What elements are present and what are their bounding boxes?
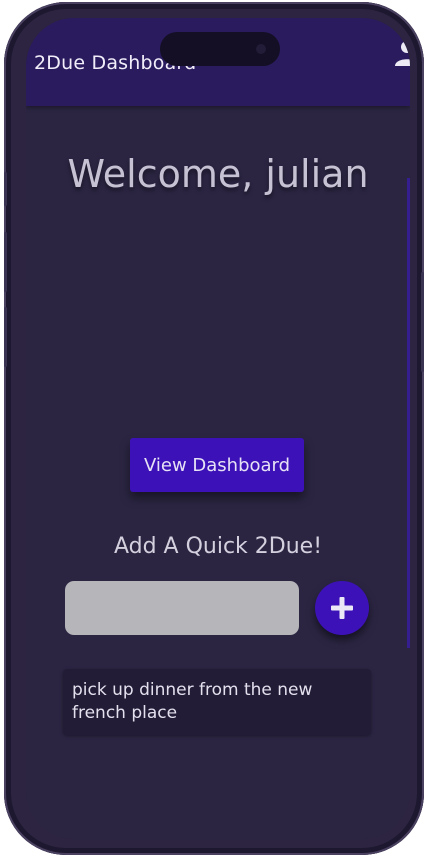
phone-volume-down	[4, 307, 7, 367]
plus-icon	[331, 597, 353, 619]
add-todo-button[interactable]	[315, 581, 369, 635]
todo-list-item[interactable]: pick up dinner from the new french place	[63, 669, 371, 735]
welcome-heading: Welcome, julian	[67, 152, 369, 196]
camera-notch	[160, 32, 280, 66]
app-bar: 2Due Dashboard	[26, 18, 410, 106]
phone-volume-up	[4, 232, 7, 292]
quick-add-title: Add A Quick 2Due!	[113, 534, 323, 559]
camera-lens	[256, 44, 266, 54]
app-screen: 2Due Dashboard Welcome, julian View Dash…	[26, 18, 410, 839]
view-dashboard-button[interactable]: View Dashboard	[130, 438, 304, 492]
account-icon[interactable]	[392, 38, 410, 68]
phone-power-button	[421, 272, 424, 372]
phone-side-button	[4, 172, 7, 206]
todo-text: pick up dinner from the new french place	[72, 680, 313, 723]
phone-frame: 2Due Dashboard Welcome, julian View Dash…	[4, 2, 424, 855]
screen-edge-highlight	[407, 178, 410, 648]
quick-todo-input[interactable]	[65, 581, 299, 635]
